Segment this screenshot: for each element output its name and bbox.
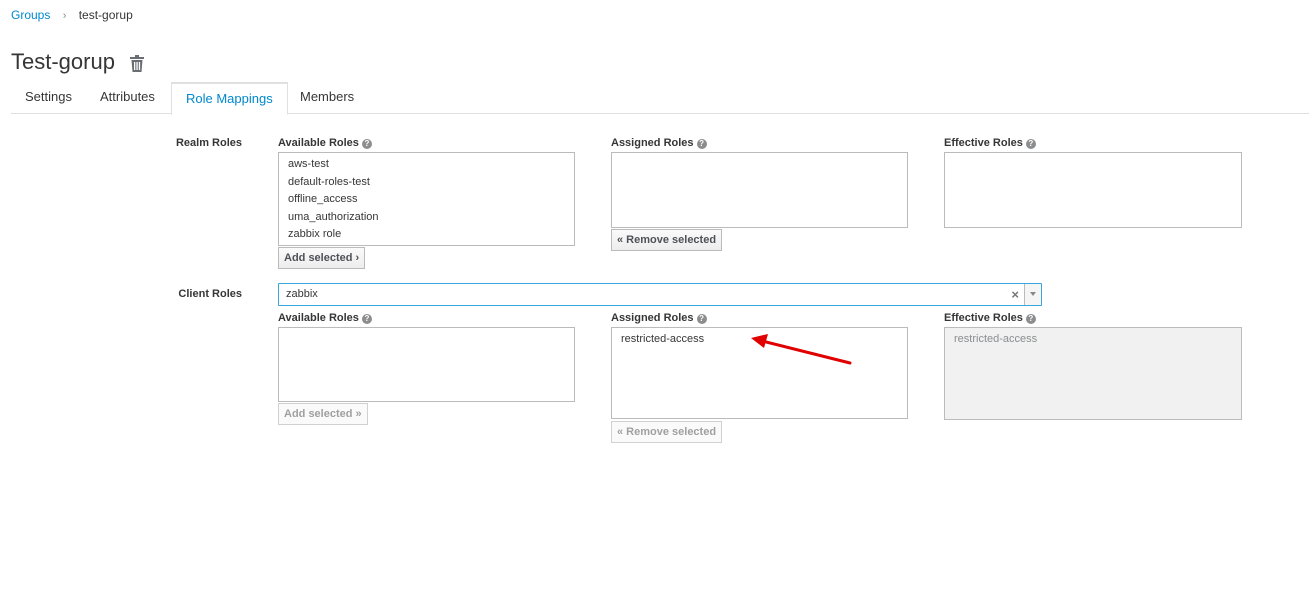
breadcrumb: Groups › test-gorup	[11, 8, 133, 22]
breadcrumb-groups-link[interactable]: Groups	[11, 8, 50, 22]
realm-available-roles-label: Available Roles?	[278, 137, 372, 149]
help-icon[interactable]: ?	[361, 139, 372, 149]
help-icon[interactable]: ?	[696, 314, 707, 324]
tab-members[interactable]: Members	[286, 82, 368, 114]
realm-add-selected-button[interactable]: Add selected ›	[278, 247, 366, 269]
help-icon[interactable]: ?	[1025, 314, 1036, 324]
list-item[interactable]: offline_access	[279, 191, 574, 209]
help-icon[interactable]: ?	[361, 314, 372, 324]
realm-roles-label: Realm Roles	[175, 137, 242, 149]
client-select-value: zabbix	[286, 288, 318, 300]
breadcrumb-current: test-gorup	[78, 8, 133, 22]
realm-remove-selected-button[interactable]: « Remove selected	[611, 229, 723, 251]
client-add-selected-button[interactable]: Add selected »	[278, 403, 368, 425]
chevron-down-icon[interactable]	[1024, 284, 1041, 305]
client-effective-roles-list: restricted-access	[944, 327, 1242, 420]
client-available-roles-label-text: Available Roles	[278, 312, 359, 324]
tab-role-mappings[interactable]: Role Mappings	[171, 82, 288, 115]
list-item[interactable]: default-roles-test	[279, 174, 574, 192]
realm-available-roles-list[interactable]: aws-test default-roles-test offline_acce…	[278, 152, 575, 246]
tab-bar: Settings Attributes Role Mappings Member…	[11, 82, 1309, 115]
realm-assigned-roles-list[interactable]	[611, 152, 908, 228]
client-remove-selected-button[interactable]: « Remove selected	[611, 421, 723, 443]
client-assigned-roles-label: Assigned Roles?	[611, 312, 707, 324]
client-effective-roles-label: Effective Roles?	[944, 312, 1036, 324]
realm-assigned-roles-label: Assigned Roles?	[611, 137, 707, 149]
realm-assigned-roles-label-text: Assigned Roles	[611, 137, 694, 149]
help-icon[interactable]: ?	[696, 139, 707, 149]
list-item: restricted-access	[954, 333, 1038, 345]
help-icon[interactable]: ?	[1025, 139, 1036, 149]
annotation-arrow-icon	[751, 334, 852, 365]
list-item[interactable]: aws-test	[279, 156, 574, 174]
client-select[interactable]: zabbix ×	[278, 283, 1042, 306]
client-available-roles-label: Available Roles?	[278, 312, 372, 324]
clear-icon[interactable]: ×	[1011, 287, 1019, 302]
realm-effective-roles-list[interactable]	[944, 152, 1242, 228]
tab-attributes[interactable]: Attributes	[86, 82, 169, 114]
realm-effective-roles-label: Effective Roles?	[944, 137, 1036, 149]
client-effective-roles-label-text: Effective Roles	[944, 312, 1023, 324]
breadcrumb-separator: ›	[62, 10, 67, 22]
tab-settings[interactable]: Settings	[11, 82, 86, 114]
page-title: Test-gorup	[11, 49, 115, 74]
trash-icon[interactable]	[130, 55, 144, 72]
list-item[interactable]: zabbix role	[279, 226, 574, 244]
list-item[interactable]: uma_authorization	[279, 209, 574, 227]
realm-effective-roles-label-text: Effective Roles	[944, 137, 1023, 149]
realm-available-roles-label-text: Available Roles	[278, 137, 359, 149]
client-roles-label: Client Roles	[178, 288, 242, 300]
client-assigned-roles-label-text: Assigned Roles	[611, 312, 694, 324]
client-available-roles-list[interactable]	[278, 327, 575, 402]
